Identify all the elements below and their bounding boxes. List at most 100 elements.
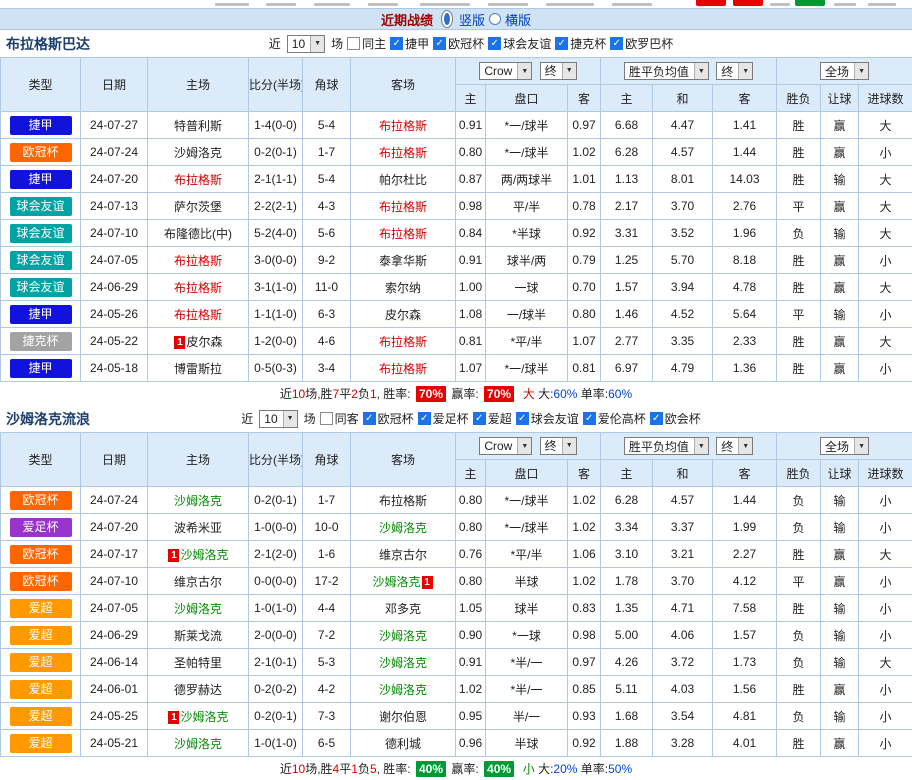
ah-handicap: 两/两球半	[486, 166, 568, 193]
summary-text: 60%	[608, 387, 632, 401]
league-filter-checkbox[interactable]: ✓爱伦高杯	[583, 410, 646, 427]
league-filter-checkbox[interactable]: ✓捷克杯	[555, 35, 606, 52]
same-venue-checkbox[interactable]: 同主	[347, 35, 386, 52]
league-cell: 爱超	[1, 622, 81, 649]
europe-time-select[interactable]: 终▼	[716, 437, 753, 455]
select-value: 全场	[825, 438, 849, 455]
match-row: 球会友谊 24-07-10 布隆德比(中) 5-2(4-0) 5-6 布拉格斯 …	[1, 220, 912, 247]
summary-text: 10	[292, 762, 305, 776]
dropdown-arrow-icon: ▼	[562, 438, 576, 454]
layout-label-horizontal[interactable]: 横版	[505, 10, 531, 29]
dropdown-arrow-icon: ▼	[854, 63, 868, 79]
legend-chip-green-icon	[795, 0, 825, 6]
ah-home-odds: 0.98	[456, 193, 486, 220]
euro-draw-odds: 3.94	[653, 274, 713, 301]
col-header-home: 主场	[148, 58, 249, 112]
col-header-date: 日期	[81, 58, 148, 112]
same-venue-checkbox[interactable]: 同客	[320, 410, 359, 427]
odds-company-select[interactable]: Crow▼	[479, 437, 532, 455]
europe-group-header: 胜平负均值▼ 终▼	[601, 58, 777, 85]
match-count-select[interactable]: 10▼	[287, 35, 325, 53]
score-cell: 0-2(0-2)	[249, 676, 303, 703]
clipped-top-toolbar	[0, 0, 912, 8]
home-team-cell: 波希米亚	[148, 514, 249, 541]
filter-bar: 近10▼场同主✓捷甲✓欧冠杯✓球会友谊✓捷克杯✓欧罗巴杯	[269, 35, 673, 53]
checkbox-icon	[320, 412, 333, 425]
layout-radio-vertical[interactable]	[441, 10, 453, 28]
europe-time-select[interactable]: 终▼	[716, 62, 753, 80]
result-goals: 小	[859, 301, 912, 328]
home-team-cell: 布拉格斯	[148, 166, 249, 193]
col-header-ah-away: 客	[568, 460, 601, 487]
league-filter-checkbox[interactable]: ✓球会友谊	[488, 35, 551, 52]
result-wdl: 负	[777, 220, 821, 247]
euro-draw-odds: 4.03	[653, 676, 713, 703]
europe-odds-select[interactable]: 胜平负均值▼	[624, 437, 709, 455]
league-filter-checkbox[interactable]: ✓欧会杯	[650, 410, 701, 427]
ah-home-odds: 0.91	[456, 112, 486, 139]
ah-away-odds: 0.98	[568, 622, 601, 649]
col-header-date: 日期	[81, 433, 148, 487]
layout-label-vertical[interactable]: 竖版	[459, 10, 485, 29]
league-badge: 爱超	[10, 653, 72, 672]
result-goals: 小	[859, 730, 912, 757]
result-handicap: 输	[821, 595, 859, 622]
odds-company-select[interactable]: Crow▼	[479, 62, 532, 80]
summary-text: 单率:	[577, 385, 608, 402]
team-name: 沙姆洛克	[180, 710, 228, 724]
result-wdl: 胜	[777, 139, 821, 166]
rate-badge: 70%	[416, 386, 446, 402]
red-card-icon: 1	[422, 576, 433, 589]
league-filter-checkbox[interactable]: ✓爱超	[473, 410, 512, 427]
clipped-text	[868, 3, 896, 6]
league-filter-checkbox[interactable]: ✓爱足杯	[418, 410, 469, 427]
red-card-icon: 1	[174, 336, 185, 349]
scope-select[interactable]: 全场▼	[820, 62, 869, 80]
ah-home-odds: 0.84	[456, 220, 486, 247]
score-cell: 2-2(2-1)	[249, 193, 303, 220]
match-date: 24-06-01	[81, 676, 148, 703]
match-date: 24-07-10	[81, 220, 148, 247]
league-filter-checkbox[interactable]: ✓球会友谊	[516, 410, 579, 427]
summary-text: 负	[358, 385, 370, 402]
ah-home-odds: 0.80	[456, 568, 486, 595]
clipped-text	[488, 3, 528, 6]
col-header-eu-home: 主	[601, 85, 653, 112]
summary-text: 负	[358, 760, 370, 777]
team-name: 沙姆洛克	[180, 548, 228, 562]
league-badge: 球会友谊	[10, 224, 72, 243]
ah-home-odds: 0.91	[456, 649, 486, 676]
match-date: 24-07-05	[81, 595, 148, 622]
scope-select[interactable]: 全场▼	[820, 437, 869, 455]
match-count-select[interactable]: 10▼	[259, 410, 297, 428]
odds-time-select[interactable]: 终▼	[540, 437, 577, 455]
summary-text: 4	[333, 762, 340, 776]
league-filter-checkbox[interactable]: ✓捷甲	[390, 35, 429, 52]
league-filter-checkbox[interactable]: ✓欧冠杯	[433, 35, 484, 52]
euro-draw-odds: 3.70	[653, 193, 713, 220]
result-handicap: 赢	[821, 568, 859, 595]
summary-text	[516, 387, 523, 401]
league-filter-checkbox[interactable]: ✓欧冠杯	[363, 410, 414, 427]
near-label: 近	[269, 35, 281, 52]
euro-away-odds: 14.03	[713, 166, 777, 193]
summary-text: 20%	[553, 762, 577, 776]
col-header-home: 主场	[148, 433, 249, 487]
league-filter-checkbox[interactable]: ✓欧罗巴杯	[610, 35, 673, 52]
odds-time-select[interactable]: 终▼	[540, 62, 577, 80]
match-row: 爱超 24-06-01 德罗赫达 0-2(0-2) 4-2 沙姆洛克 1.02 …	[1, 676, 912, 703]
team-name: 邓多克	[385, 602, 421, 616]
europe-odds-select[interactable]: 胜平负均值▼	[624, 62, 709, 80]
corner-cell: 6-5	[303, 730, 351, 757]
select-value: 终	[545, 62, 557, 79]
col-header-corner: 角球	[303, 433, 351, 487]
euro-home-odds: 5.11	[601, 676, 653, 703]
ah-home-odds: 0.95	[456, 703, 486, 730]
clipped-text	[420, 3, 470, 6]
team-name: 沙姆洛克	[372, 575, 420, 589]
checkbox-icon: ✓	[433, 37, 446, 50]
match-row: 爱足杯 24-07-20 波希米亚 1-0(0-0) 10-0 沙姆洛克 0.8…	[1, 514, 912, 541]
layout-radio-horizontal[interactable]	[489, 13, 501, 25]
home-team-cell: 布隆德比(中)	[148, 220, 249, 247]
league-cell: 欧冠杯	[1, 487, 81, 514]
